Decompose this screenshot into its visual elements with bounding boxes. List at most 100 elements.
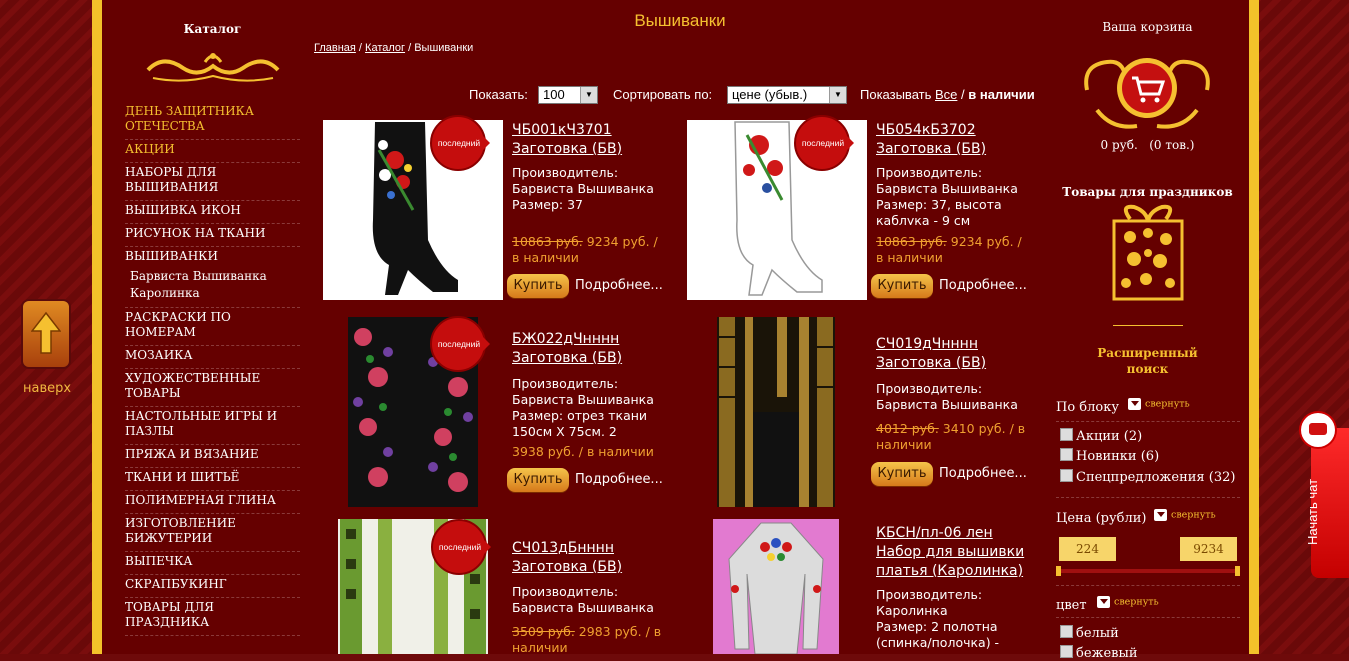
product-image[interactable] [717,317,835,507]
catalog-item[interactable]: ВЫПЕЧКА [125,552,300,575]
buy-button[interactable]: Купить [507,274,569,298]
more-link[interactable]: Подробнее... [575,278,663,293]
catalog-item[interactable]: АКЦИИ [125,140,300,163]
cart-summary: 0 руб. (0 тов.) [1100,138,1195,152]
product-title[interactable]: КБСН/пл-06 лен Набор для вышивки платья (К… [876,524,1024,581]
buy-button[interactable]: Купить [871,274,933,298]
product-title[interactable]: БЖ022дЧнннн Заготовка (БВ) [512,330,622,368]
holiday-title: Товары для праздников [1062,185,1233,199]
product-price: 10863 руб. 9234 руб. / в наличии [876,234,1022,265]
product-desc: Производитель: Барвиста Вышиванка Размер: … [876,165,1018,225]
catalog-item[interactable]: ДЕНЬ ЗАЩИТНИКА ОТЕЧЕСТВА [125,102,300,140]
buy-button[interactable]: Купить [507,468,569,492]
product-desc: Производитель: Каролинка Размер: 2 полотна… [876,587,1000,650]
collapse-icon [1097,596,1110,608]
product-image[interactable] [713,519,839,654]
catalog-item[interactable]: СКРАПБУКИНГ [125,575,300,598]
divider [1056,617,1240,618]
arrow-up-icon [31,311,61,354]
breadcrumb-catalog[interactable]: Каталог [365,42,405,54]
filter-checkbox[interactable]: бежевый [1060,645,1138,661]
badge-label: последний [437,339,481,349]
product-title[interactable]: СЧ019дЧнннн Заготовка (БВ) [876,335,986,373]
catalog-item[interactable]: ПРЯЖА И ВЯЗАНИЕ [125,445,300,468]
breadcrumb: Главная / Каталог / Вышиванки [314,42,474,54]
product-price: 3509 руб. 2983 руб. / в наличии [512,624,662,655]
filter-price-label: Цена (рубли) [1056,511,1147,526]
divider [1056,421,1240,422]
collapse-toggle[interactable]: свернуть [1154,509,1216,521]
price-min-input[interactable]: 224 [1059,537,1116,561]
catalog-subitem[interactable]: Барвиста Вышиванка [125,268,300,285]
product-price: 10863 руб. 9234 руб. / в наличии [512,234,658,265]
catalog-item[interactable]: ИЗГОТОВЛЕНИЕ БИЖУТЕРИИ [125,514,300,552]
divider [1056,497,1240,498]
chat-label[interactable]: Начать чат [1305,479,1320,545]
cart-icon[interactable] [1077,50,1217,136]
more-link[interactable]: Подробнее... [575,472,663,487]
badge-label: последний [801,138,845,148]
product-price: 3938 руб. / в наличии [512,444,654,459]
catalog-item[interactable]: ТКАНИ И ШИТЬЁ [125,468,300,491]
catalog-item[interactable]: РИСУНОК НА ТКАНИ [125,224,300,247]
slider-handle-min[interactable] [1056,566,1061,576]
checkbox-icon[interactable] [1060,469,1073,482]
price-max-input[interactable]: 9234 [1180,537,1237,561]
display-instock[interactable]: в наличии [968,87,1034,102]
more-link[interactable]: Подробнее... [939,466,1027,481]
slider-handle-max[interactable] [1235,566,1240,576]
collapse-toggle[interactable]: свернуть [1128,398,1190,410]
filter-checkbox[interactable]: Акции (2) [1060,428,1142,444]
sort-label: Сортировать по: [613,87,713,102]
divider [1113,325,1183,326]
catalog-item[interactable]: ПОЛИМЕРНАЯ ГЛИНА [125,491,300,514]
catalog-item[interactable]: МОЗАИКА [125,346,300,369]
checkbox-icon[interactable] [1060,428,1073,441]
checkbox-icon[interactable] [1060,625,1073,638]
catalog-item[interactable]: ТОВАРЫ ДЛЯ ПРАЗДНИКА [125,598,300,636]
advanced-search-title: Расширенный поиск [1097,346,1198,376]
filter-checkbox[interactable]: Спецпредложения (32) [1060,469,1235,485]
product-desc: Производитель: Барвиста Вышиванка Размер: … [512,376,654,436]
catalog-title: Каталог [183,22,242,36]
catalog-item[interactable]: РАСКРАСКИ ПО НОМЕРАМ [125,308,300,346]
sort-select[interactable]: цене (убыв.) ▼ [727,86,847,104]
gift-icon[interactable] [1110,203,1186,301]
filter-checkbox[interactable]: белый [1060,625,1119,641]
more-link[interactable]: Подробнее... [939,278,1027,293]
catalog-subitem[interactable]: Каролинка [125,285,300,302]
collapse-toggle[interactable]: свернуть [1097,596,1159,608]
catalog-item[interactable]: НАБОРЫ ДЛЯ ВЫШИВАНИЯ [125,163,300,201]
display-filter: Показывать Все / в наличии [860,87,1035,102]
embroidery-image [719,317,833,507]
product-desc: Производитель: Барвиста Вышиванка [876,381,1018,412]
checkbox-icon[interactable] [1060,645,1073,658]
price-slider[interactable] [1056,566,1240,576]
catalog-item[interactable]: ХУДОЖЕСТВЕННЫЕ ТОВАРЫ [125,369,300,407]
filter-block-label: По блоку [1056,400,1119,415]
breadcrumb-home[interactable]: Главная [314,42,356,54]
show-select[interactable]: 100 ▼ [538,86,598,104]
filter-checkbox[interactable]: Новинки (6) [1060,448,1159,464]
product-title[interactable]: СЧ013дБнннн Заготовка (БВ) [512,539,622,577]
checkbox-icon[interactable] [1060,448,1073,461]
catalog-ornament-icon [146,53,280,82]
catalog-item[interactable]: НАСТОЛЬНЫЕ ИГРЫ И ПАЗЛЫ [125,407,300,445]
cart-title: Ваша корзина [1102,20,1193,34]
divider [1056,585,1240,586]
chat-bubble-icon[interactable] [1301,413,1335,447]
dropdown-arrow-icon: ▼ [580,87,597,103]
display-all-link[interactable]: Все [935,87,957,102]
breadcrumb-current: Вышиванки [414,42,474,54]
scroll-top-label[interactable]: наверх [23,381,71,396]
product-title[interactable]: ЧБ001кЧ3701 Заготовка (БВ) [512,121,622,159]
buy-button[interactable]: Купить [871,462,933,486]
catalog-item[interactable]: ВЫШИВКА ИКОН [125,201,300,224]
catalog-menu: ДЕНЬ ЗАЩИТНИКА ОТЕЧЕСТВА АКЦИИ НАБОРЫ ДЛ… [125,102,300,636]
badge-label: последний [437,138,481,148]
page-title: Вышиванки [634,11,726,30]
catalog-item[interactable]: ВЫШИВАНКИ Барвиста Вышиванка Каролинка [125,247,300,308]
scroll-top-button[interactable] [23,301,69,367]
collapse-icon [1128,398,1141,410]
product-title[interactable]: ЧБ054кБ3702 Заготовка (БВ) [876,121,986,159]
